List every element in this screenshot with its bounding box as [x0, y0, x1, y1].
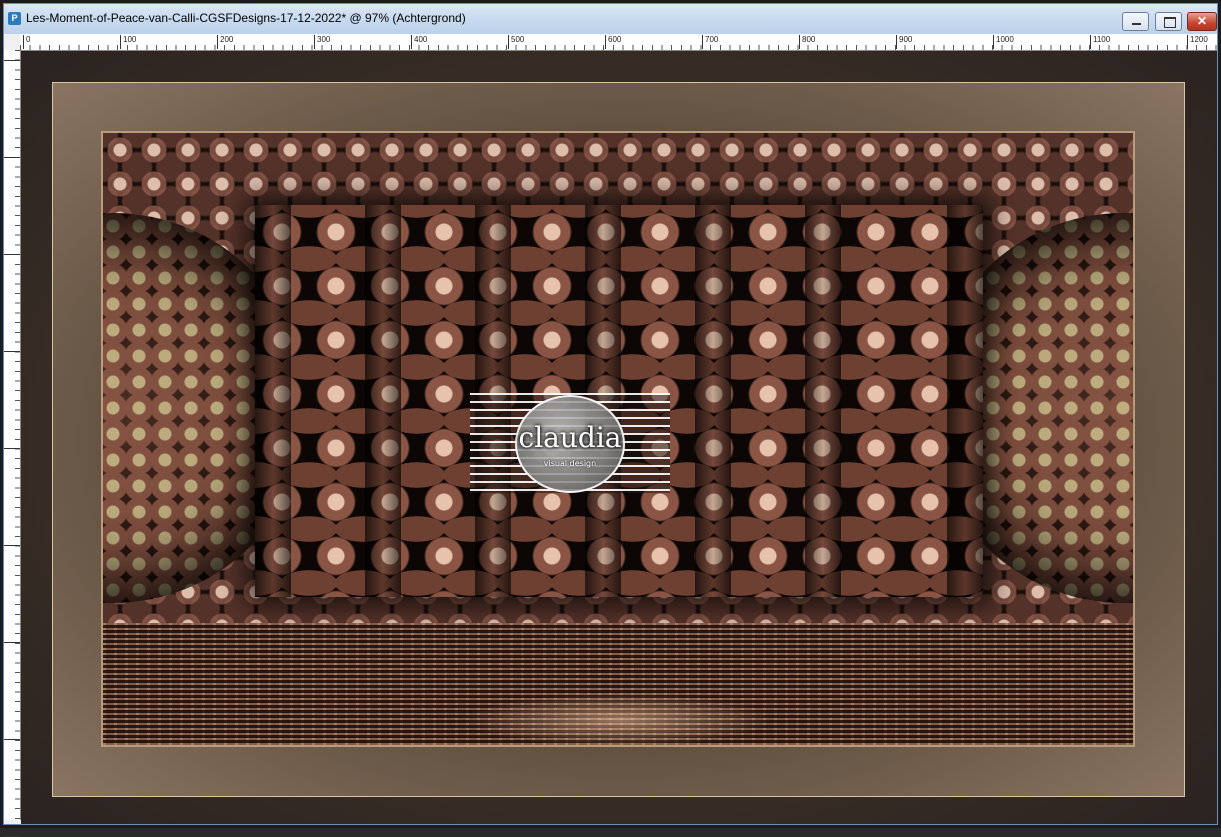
horizontal-ruler[interactable]: 0 100 200 300 400 500 600 700 800 900 1000 1100 1200 — [20, 34, 1217, 51]
ruler-major-tick — [4, 642, 20, 643]
ruler-tick-label: 0 — [23, 35, 30, 49]
panel-band — [695, 205, 731, 597]
ruler-tick-label: 1100 — [1090, 35, 1110, 49]
watermark: claudia visual design — [470, 393, 670, 493]
maximize-button[interactable] — [1155, 12, 1182, 31]
close-button[interactable]: ✕ — [1187, 12, 1217, 31]
ruler-tick-label: 500 — [508, 35, 524, 49]
paintshop-icon: P — [8, 12, 21, 25]
window-title: Les-Moment-of-Peace-van-Calli-CGSFDesign… — [26, 11, 466, 25]
minimize-icon — [1132, 23, 1141, 25]
ruler-tick-label: 900 — [896, 35, 912, 49]
ruler-tick-label: 1000 — [993, 35, 1014, 49]
app-window: P Les-Moment-of-Peace-van-Calli-CGSFDesi… — [0, 0, 1221, 837]
panel-band — [255, 205, 291, 597]
ruler-tick-label: 200 — [217, 35, 233, 49]
ruler-tick-label: 800 — [799, 35, 815, 49]
inner-image-frame: claudia visual design — [101, 131, 1135, 747]
ruler-major-tick — [4, 545, 20, 546]
close-icon: ✕ — [1196, 14, 1208, 28]
ruler-tick-label: 700 — [702, 35, 718, 49]
maximize-icon — [1164, 17, 1176, 28]
panel-band — [365, 205, 401, 597]
ruler-major-tick — [4, 60, 20, 61]
panel-band — [947, 205, 983, 597]
vertical-ruler[interactable] — [4, 50, 21, 837]
watermark-subtext: visual design — [543, 459, 597, 468]
watermark-text: claudia — [518, 421, 622, 454]
ruler-major-tick — [4, 448, 20, 449]
title-bar[interactable]: P Les-Moment-of-Peace-van-Calli-CGSFDesi… — [4, 4, 1217, 35]
ruler-major-tick — [4, 254, 20, 255]
ruler-tick-label: 100 — [120, 35, 136, 49]
ruler-tick-label: 1200 — [1187, 35, 1208, 49]
minimize-button[interactable] — [1122, 12, 1149, 31]
ruler-major-tick — [4, 157, 20, 158]
floor-glow — [463, 693, 773, 745]
ruler-tick-label: 400 — [411, 35, 427, 49]
ruler-corner — [4, 34, 21, 51]
ruler-tick-label: 300 — [314, 35, 330, 49]
ruler-major-tick — [4, 351, 20, 352]
ruler-major-tick — [4, 739, 20, 740]
ruler-tick-label: 600 — [605, 35, 621, 49]
image-canvas[interactable]: claudia visual design — [21, 51, 1217, 824]
panel-band — [805, 205, 841, 597]
